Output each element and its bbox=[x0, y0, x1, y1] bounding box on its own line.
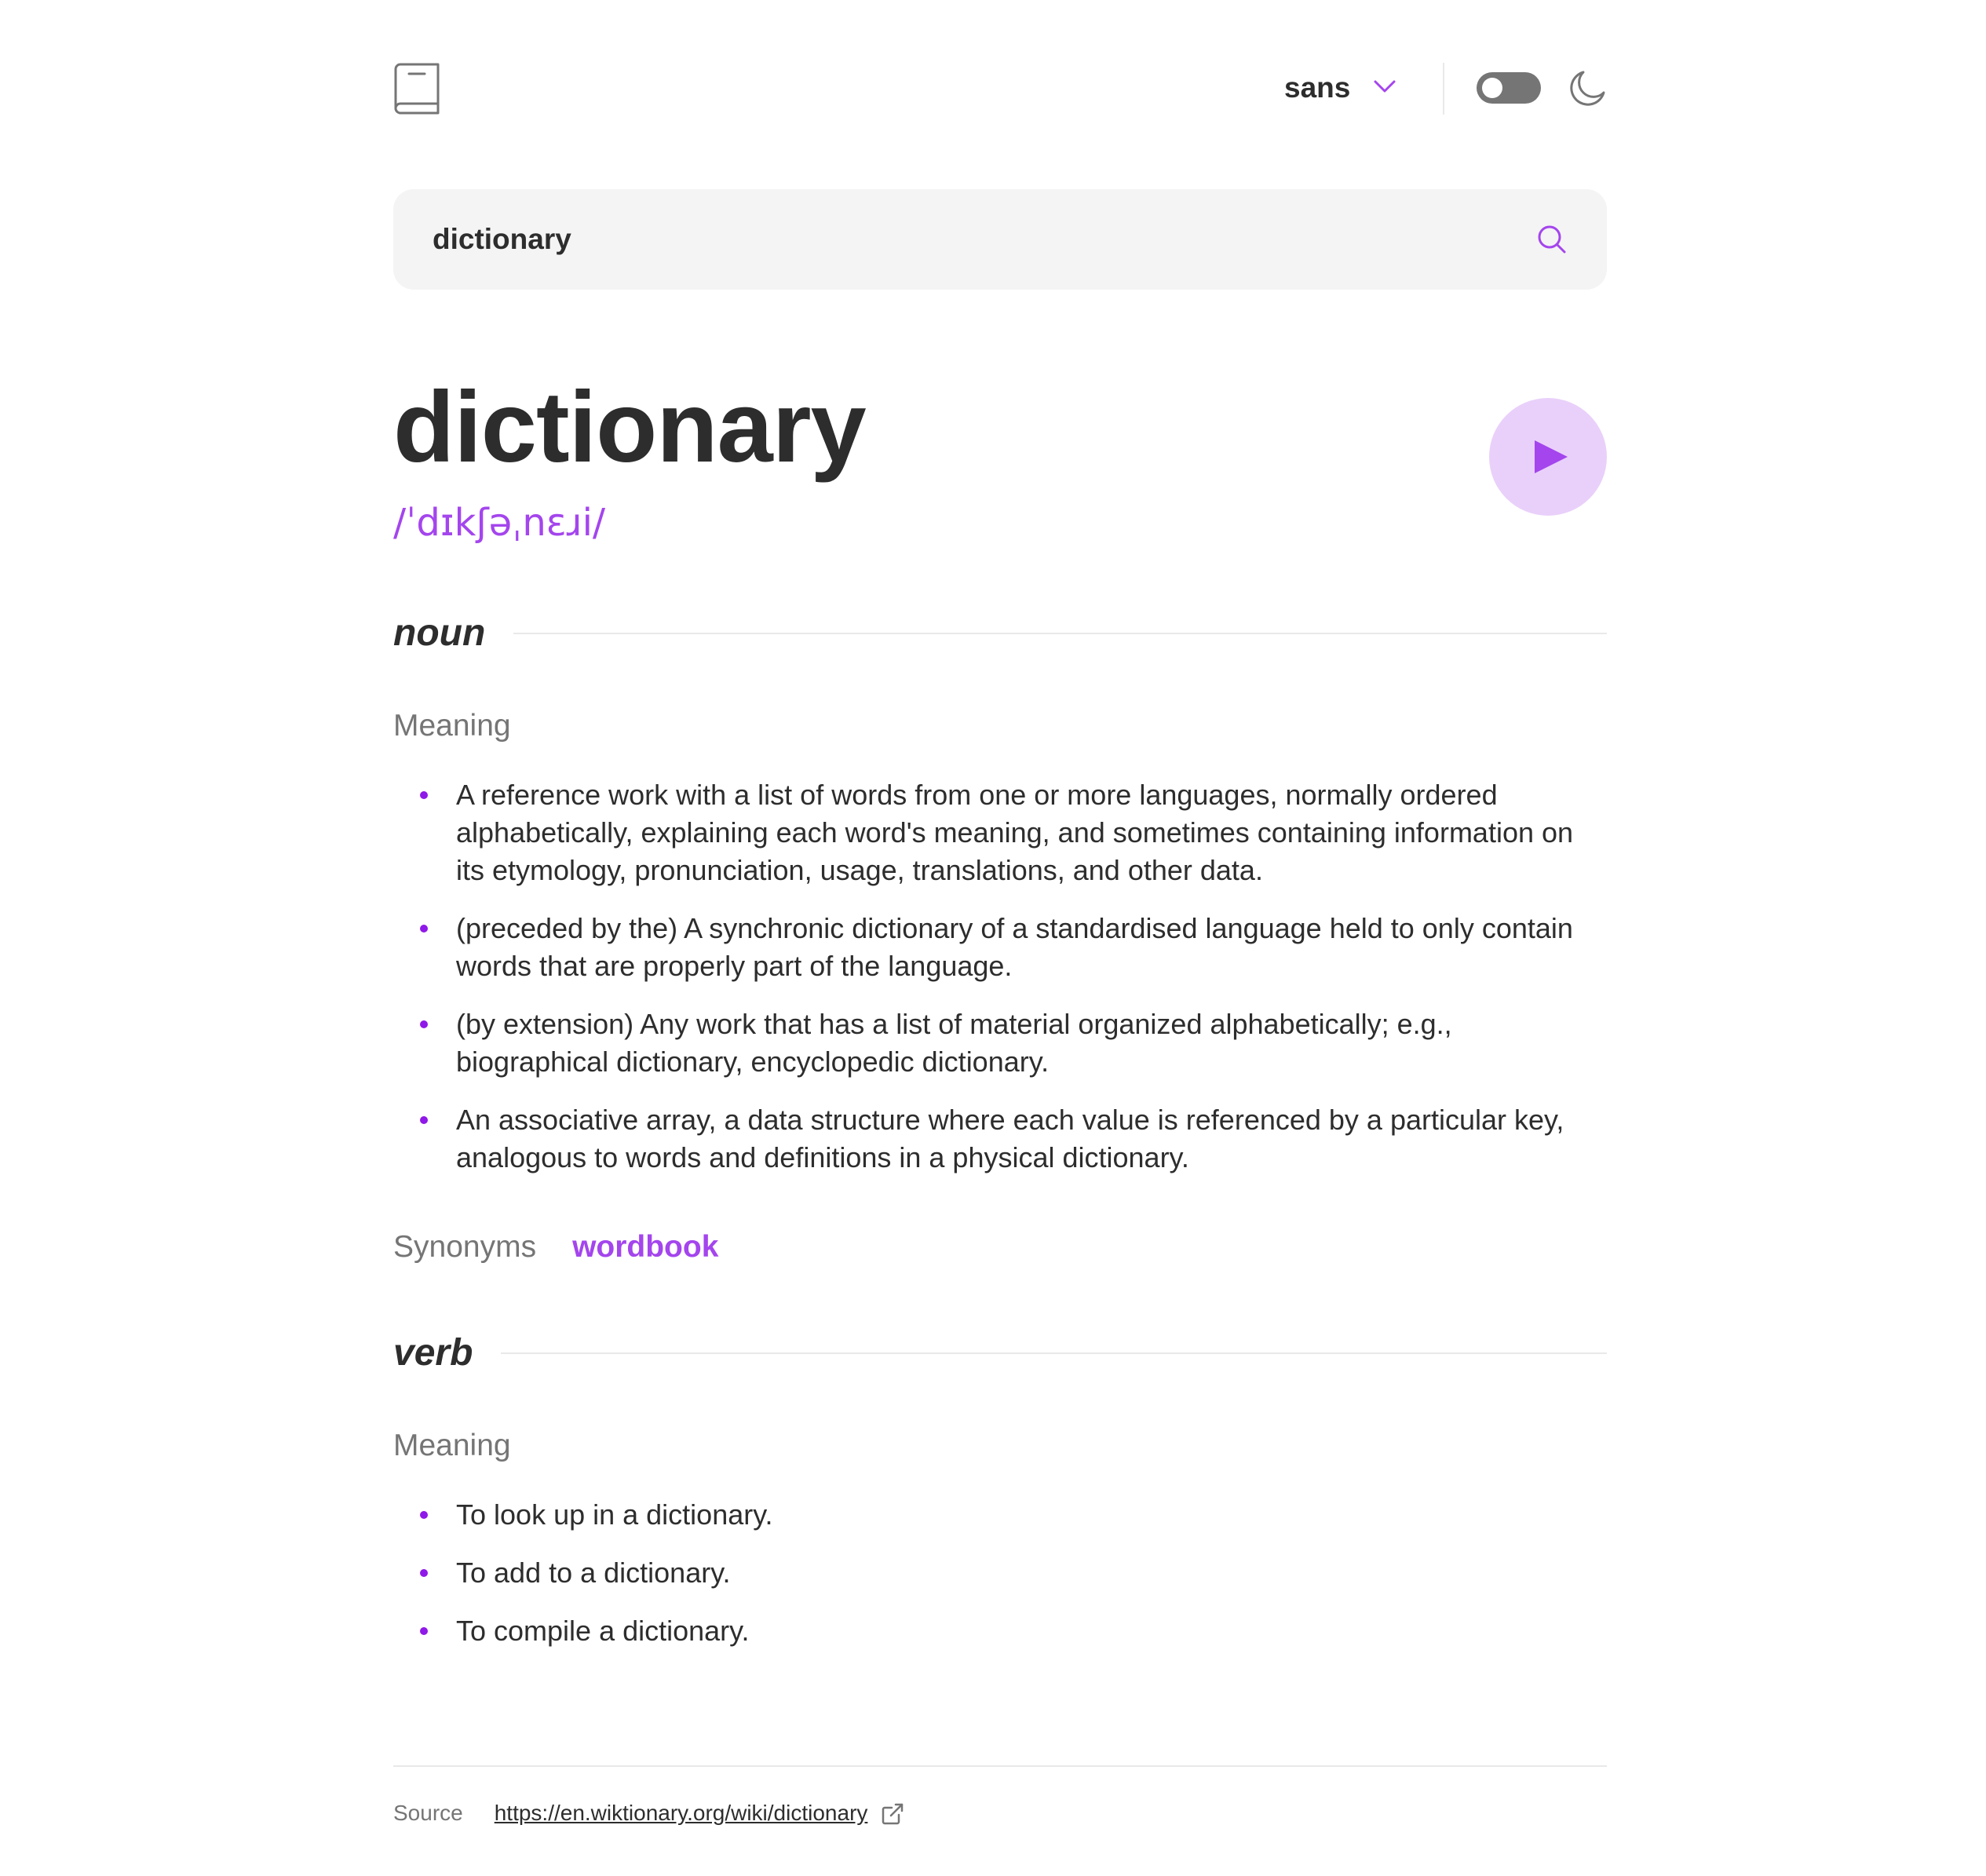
word-title: dictionary bbox=[393, 371, 867, 484]
definition-list-noun: A reference work with a list of words fr… bbox=[393, 776, 1607, 1197]
bullet bbox=[420, 1569, 428, 1577]
definition-item: To compile a dictionary. bbox=[393, 1612, 1607, 1650]
definition-list-verb: To look up in a dictionary. To add to a … bbox=[393, 1496, 1607, 1670]
theme-toggle[interactable] bbox=[1477, 72, 1541, 104]
font-select-value: sans bbox=[1284, 71, 1351, 104]
search-input[interactable] bbox=[433, 189, 1453, 290]
source-link[interactable]: https://en.wiktionary.org/wiki/dictionar… bbox=[495, 1798, 868, 1829]
definition-item: To look up in a dictionary. bbox=[393, 1496, 1607, 1534]
bullet bbox=[420, 925, 428, 933]
bullet bbox=[420, 1627, 428, 1635]
definition-text: An associative array, a data structure w… bbox=[456, 1104, 1564, 1173]
synonyms-row: Synonyms wordbook bbox=[393, 1228, 718, 1267]
synonyms-label: Synonyms bbox=[393, 1230, 537, 1264]
definition-item: To add to a dictionary. bbox=[393, 1554, 1607, 1592]
source-row: Source https://en.wiktionary.org/wiki/di… bbox=[393, 1798, 904, 1829]
book-icon[interactable] bbox=[393, 63, 440, 115]
bullet bbox=[420, 1116, 428, 1124]
definition-item: A reference work with a list of words fr… bbox=[393, 776, 1607, 889]
search-bar bbox=[393, 189, 1607, 290]
search-icon[interactable] bbox=[1536, 224, 1568, 255]
definition-text: A reference work with a list of words fr… bbox=[456, 779, 1574, 886]
divider-line bbox=[501, 1352, 1607, 1354]
header-divider bbox=[1443, 63, 1444, 115]
bullet bbox=[420, 791, 428, 799]
meaning-heading: Meaning bbox=[393, 709, 511, 743]
definition-item: (preceded by the) A synchronic dictionar… bbox=[393, 910, 1607, 985]
bullet bbox=[420, 1020, 428, 1028]
footer-divider bbox=[393, 1765, 1607, 1767]
chevron-down-icon bbox=[1374, 80, 1396, 97]
synonym-link[interactable]: wordbook bbox=[572, 1228, 718, 1267]
play-button[interactable] bbox=[1489, 398, 1607, 516]
font-select[interactable]: sans bbox=[1284, 66, 1396, 110]
moon-icon[interactable] bbox=[1568, 69, 1607, 108]
pos-label: verb bbox=[393, 1332, 473, 1374]
toggle-knob bbox=[1482, 78, 1502, 98]
page: sans dictionary /ˈdɪkʃəˌnɛ bbox=[393, 0, 1607, 1825]
definition-item: (by extension) Any work that has a list … bbox=[393, 1006, 1607, 1081]
divider-line bbox=[513, 633, 1607, 634]
definition-text: (preceded by the) A synchronic dictionar… bbox=[456, 912, 1573, 982]
play-icon bbox=[1535, 440, 1568, 473]
definition-text: To compile a dictionary. bbox=[456, 1615, 750, 1647]
definition-text: (by extension) Any work that has a list … bbox=[456, 1008, 1452, 1078]
definition-text: To look up in a dictionary. bbox=[456, 1498, 773, 1531]
source-label: Source bbox=[393, 1801, 463, 1825]
definition-text: To add to a dictionary. bbox=[456, 1557, 731, 1589]
pos-label: noun bbox=[393, 612, 486, 654]
bullet bbox=[420, 1511, 428, 1519]
external-link-icon[interactable] bbox=[882, 1802, 904, 1825]
pos-noun: noun bbox=[393, 610, 1607, 657]
meaning-heading: Meaning bbox=[393, 1429, 511, 1462]
definition-item: An associative array, a data structure w… bbox=[393, 1101, 1607, 1177]
pos-verb: verb bbox=[393, 1330, 1607, 1377]
header: sans bbox=[393, 0, 1607, 181]
phonetic: /ˈdɪkʃəˌnɛɹi/ bbox=[393, 501, 606, 545]
